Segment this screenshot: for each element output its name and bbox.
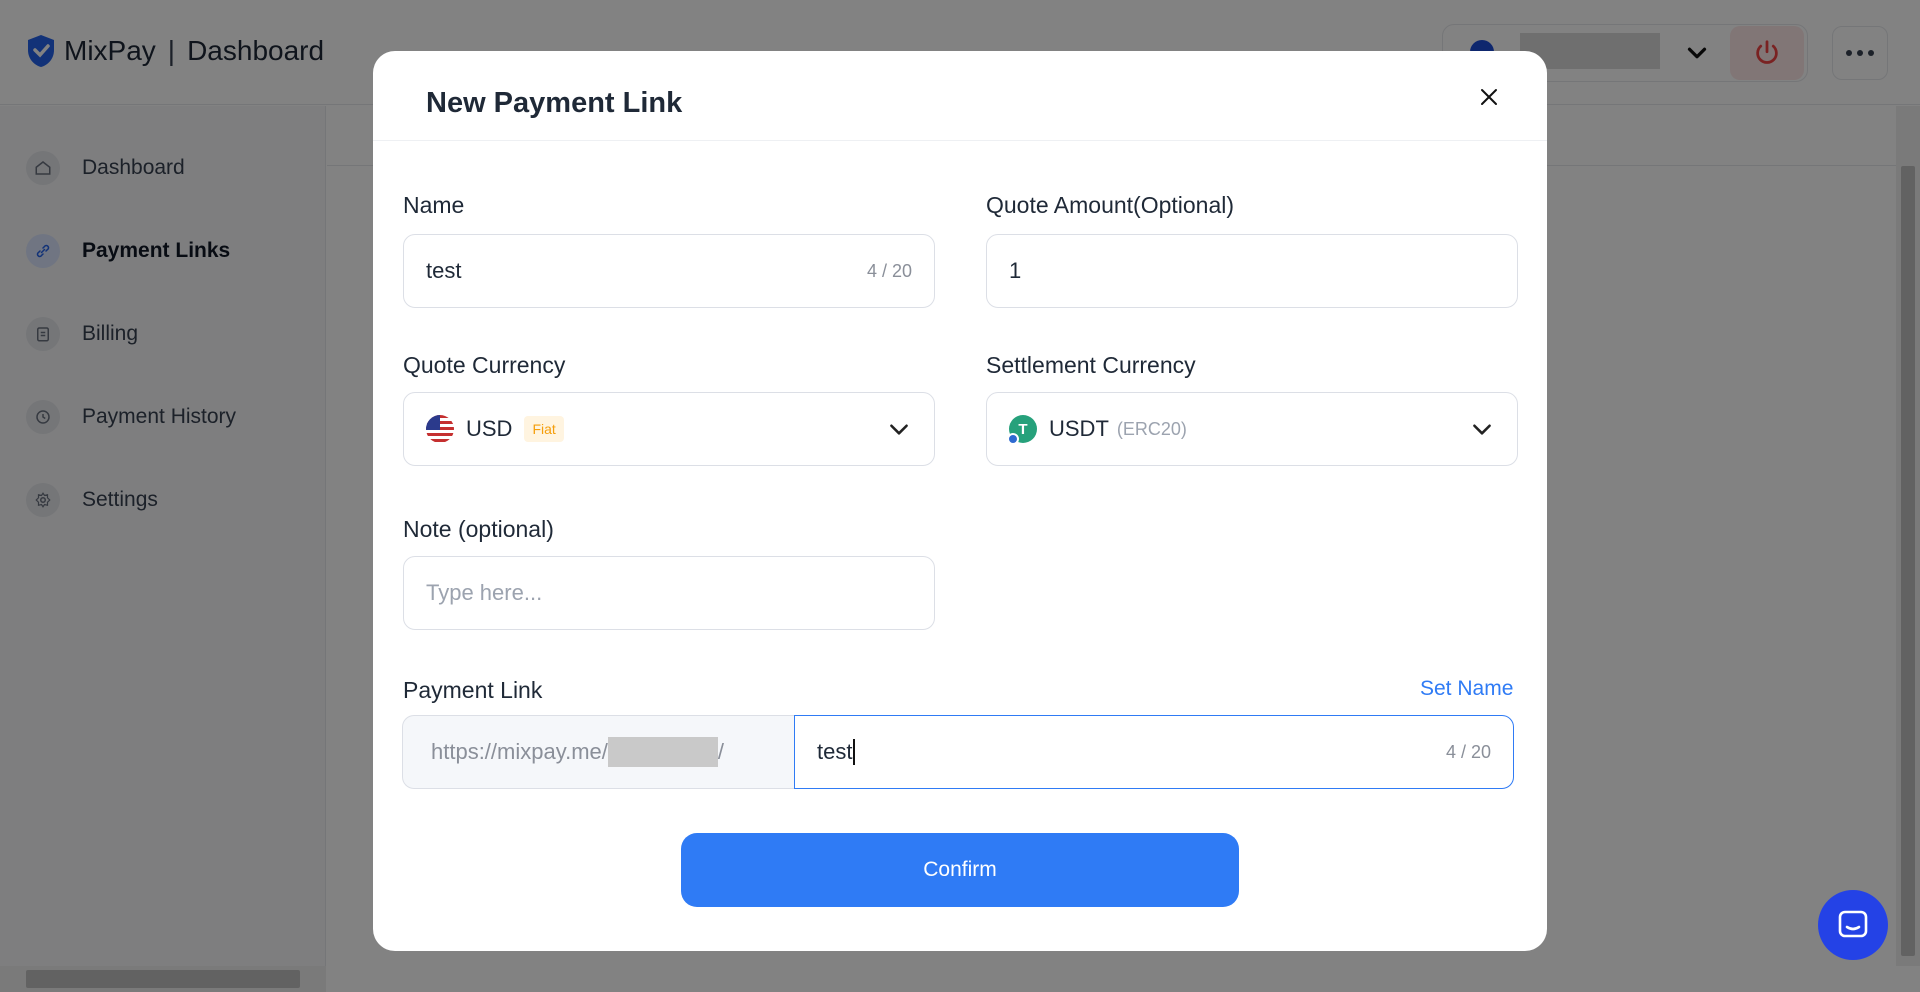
quote-currency-value: USD <box>466 416 513 441</box>
name-char-count: 4 / 20 <box>866 260 912 281</box>
name-input[interactable]: test 4 / 20 <box>403 234 935 308</box>
payment-link-field: https://mixpay.me/ / test 4 / 20 <box>402 715 1514 789</box>
chevron-down-icon <box>890 424 908 435</box>
fiat-badge: Fiat <box>524 416 564 442</box>
chat-launcher-button[interactable] <box>1818 890 1888 960</box>
payment-link-label: Payment Link <box>403 677 543 703</box>
dialog-title: New Payment Link <box>426 87 683 119</box>
set-name-link[interactable]: Set Name <box>1420 677 1513 701</box>
note-placeholder: Type here... <box>426 580 543 605</box>
new-payment-link-dialog: New Payment Link Name test 4 / 20 Quote … <box>373 51 1547 951</box>
confirm-button[interactable]: Confirm <box>681 833 1239 907</box>
quote-currency-label: Quote Currency <box>403 352 566 378</box>
settlement-currency-label: Settlement Currency <box>986 352 1196 378</box>
note-label: Note (optional) <box>403 516 554 542</box>
payment-link-prefix-start: https://mixpay.me/ <box>431 739 608 764</box>
close-button[interactable] <box>1473 81 1505 113</box>
name-label: Name <box>403 192 465 218</box>
payment-link-value: test <box>817 739 853 764</box>
close-icon <box>1481 89 1497 105</box>
chat-icon <box>1838 910 1868 938</box>
dialog-header: New Payment Link <box>373 51 1547 141</box>
payment-link-prefix-end: / <box>717 739 724 764</box>
tether-icon-letter: T <box>1018 420 1028 438</box>
us-flag-icon <box>426 415 454 443</box>
quote-amount-label: Quote Amount(Optional) <box>986 192 1235 218</box>
settlement-currency-select[interactable]: T USDT (ERC20) <box>986 392 1518 466</box>
payment-link-prefix: https://mixpay.me/ / <box>402 715 794 789</box>
quote-amount-input[interactable]: 1 <box>986 234 1518 308</box>
chevron-down-icon <box>1473 424 1491 435</box>
quote-amount-value: 1 <box>1009 258 1022 283</box>
settlement-network: (ERC20) <box>1116 418 1187 439</box>
tether-icon: T <box>1007 415 1037 445</box>
note-input[interactable]: Type here... <box>403 556 935 630</box>
settlement-currency-value: USDT <box>1049 416 1109 441</box>
merchant-id-redacted <box>607 737 718 767</box>
name-value: test <box>426 258 462 283</box>
payment-link-char-count: 4 / 20 <box>1445 741 1491 762</box>
network-dot-icon <box>1007 433 1019 445</box>
quote-currency-select[interactable]: USD Fiat <box>403 392 935 466</box>
text-caret <box>853 739 855 765</box>
payment-link-input[interactable]: test 4 / 20 <box>794 715 1514 789</box>
